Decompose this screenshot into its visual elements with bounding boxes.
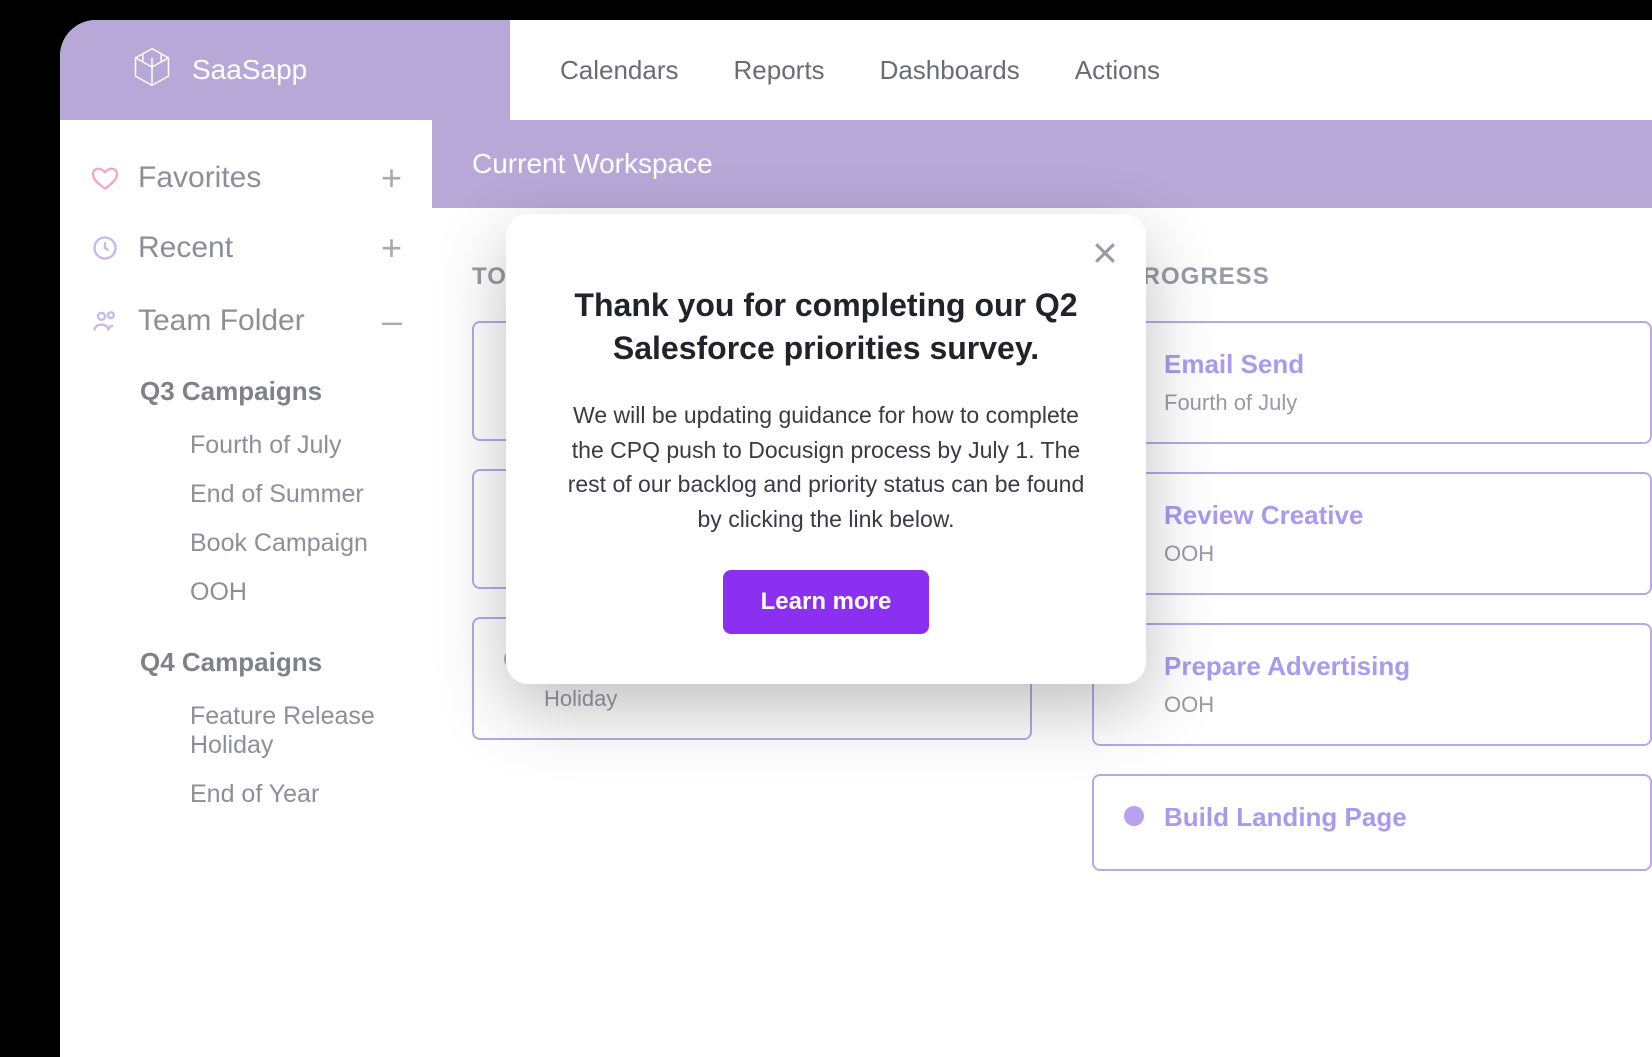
app-window: SaaSapp Calendars Reports Dashboards Act… — [60, 20, 1652, 1057]
card-title: Prepare Advertising — [1164, 651, 1620, 682]
topbar: SaaSapp Calendars Reports Dashboards Act… — [60, 20, 1652, 120]
card-subtitle: OOH — [1164, 541, 1620, 567]
collapse-icon[interactable]: – — [382, 300, 402, 342]
sidebar-group: Q4 Campaigns Feature Release Holiday End… — [90, 647, 402, 809]
learn-more-button[interactable]: Learn more — [723, 570, 930, 634]
sidebar-group: Q3 Campaigns Fourth of July End of Summe… — [90, 376, 402, 607]
sidebar-label: Recent — [138, 231, 233, 265]
sidebar: Favorites + Recent + Team Fo — [60, 120, 432, 1057]
card-title: Review Creative — [1164, 500, 1620, 531]
sidebar-item[interactable]: End of Year — [190, 780, 402, 809]
card-title: Email Send — [1164, 349, 1620, 380]
clock-icon — [90, 233, 120, 263]
close-button[interactable] — [1090, 238, 1120, 268]
workspace-banner: Current Workspace — [432, 120, 1652, 208]
status-dot-icon — [1124, 806, 1144, 826]
sidebar-label: Favorites — [138, 161, 261, 195]
expand-icon[interactable]: + — [381, 230, 402, 266]
heart-icon — [90, 163, 120, 193]
survey-modal: Thank you for completing our Q2 Salesfor… — [506, 214, 1146, 684]
sidebar-section-favorites[interactable]: Favorites + — [90, 160, 402, 196]
sidebar-section-team[interactable]: Team Folder – — [90, 300, 402, 342]
card[interactable]: Build Landing Page — [1092, 774, 1652, 871]
people-icon — [90, 306, 120, 336]
sidebar-label: Team Folder — [138, 304, 305, 338]
card-subtitle: Holiday — [544, 686, 1000, 712]
column-title: IN PROGRESS — [1092, 263, 1652, 291]
sidebar-item[interactable]: OOH — [190, 578, 402, 607]
brand-name: SaaSapp — [192, 54, 307, 86]
sidebar-group-title[interactable]: Q3 Campaigns — [140, 376, 402, 407]
nav-dashboards[interactable]: Dashboards — [880, 55, 1020, 86]
card[interactable]: Prepare Advertising OOH — [1092, 623, 1652, 746]
workspace-title: Current Workspace — [472, 148, 713, 179]
card[interactable]: Review Creative OOH — [1092, 472, 1652, 595]
sidebar-item[interactable]: End of Summer — [190, 480, 402, 509]
logo-cube-icon — [130, 45, 174, 96]
sidebar-item[interactable]: Feature Release Holiday — [190, 702, 402, 760]
sidebar-item[interactable]: Fourth of July — [190, 431, 402, 460]
card-subtitle: Fourth of July — [1164, 390, 1620, 416]
expand-icon[interactable]: + — [381, 160, 402, 196]
brand: SaaSapp — [60, 20, 510, 120]
card-title: Build Landing Page — [1164, 802, 1620, 833]
top-nav: Calendars Reports Dashboards Actions — [510, 20, 1652, 120]
card[interactable]: Email Send Fourth of July — [1092, 321, 1652, 444]
nav-calendars[interactable]: Calendars — [560, 55, 679, 86]
modal-heading: Thank you for completing our Q2 Salesfor… — [556, 284, 1096, 370]
nav-reports[interactable]: Reports — [734, 55, 825, 86]
sidebar-group-title[interactable]: Q4 Campaigns — [140, 647, 402, 678]
sidebar-item[interactable]: Book Campaign — [190, 529, 402, 558]
close-icon — [1090, 255, 1120, 272]
card-subtitle: OOH — [1164, 692, 1620, 718]
column-in-progress: IN PROGRESS Email Send Fourth of July Re… — [1092, 263, 1652, 899]
nav-actions[interactable]: Actions — [1075, 55, 1160, 86]
modal-body: We will be updating guidance for how to … — [556, 398, 1096, 536]
sidebar-section-recent[interactable]: Recent + — [90, 230, 402, 266]
